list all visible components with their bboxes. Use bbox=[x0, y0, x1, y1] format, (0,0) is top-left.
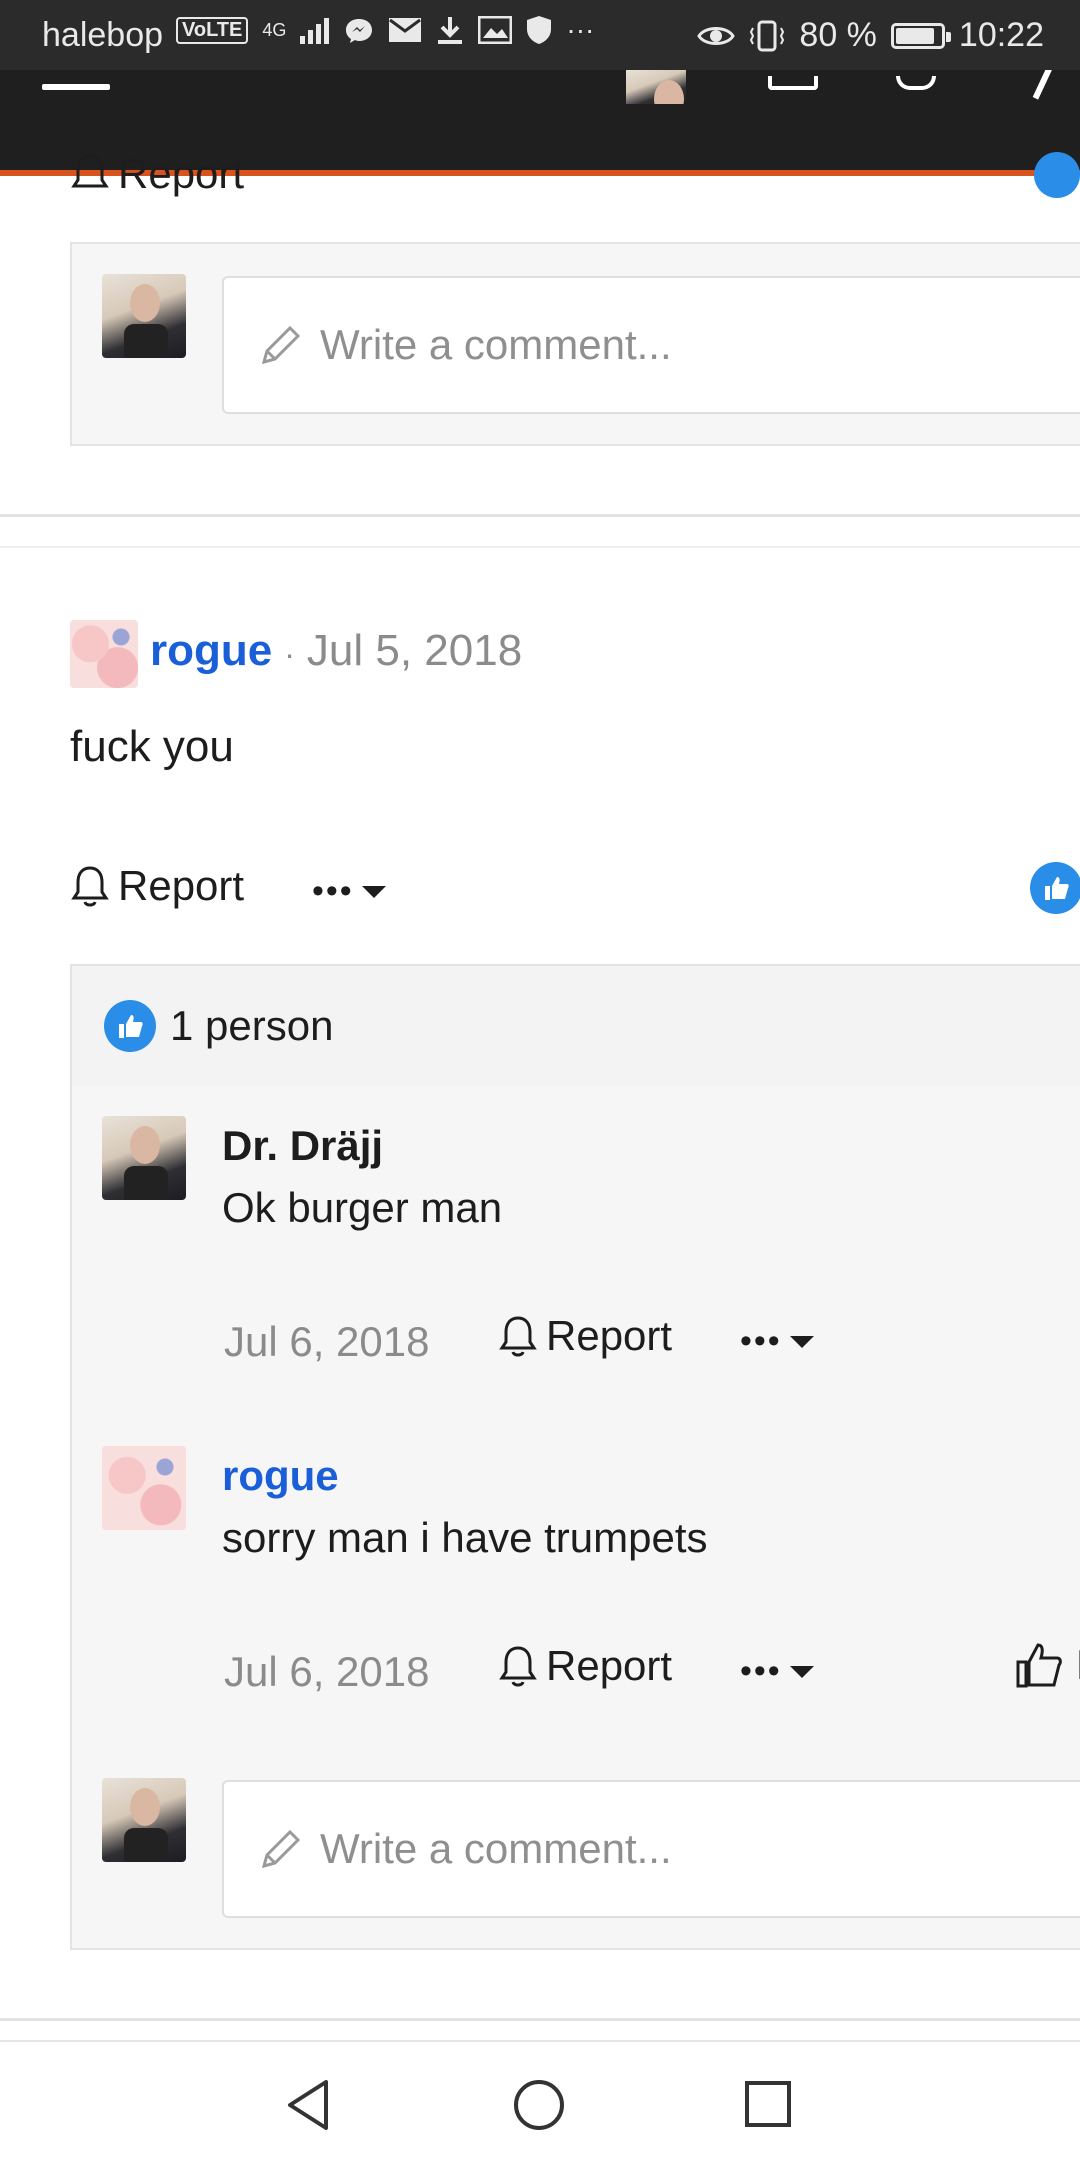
comment-placeholder: Write a comment... bbox=[320, 1825, 672, 1872]
avatar bbox=[102, 274, 186, 358]
post-body: fuck you bbox=[70, 722, 234, 771]
chevron-down-icon bbox=[789, 1335, 814, 1348]
reply-date[interactable]: Jul 6, 2018 bbox=[224, 1318, 430, 1366]
more-icon: ··· bbox=[566, 14, 595, 45]
comment-input[interactable]: Write a comment... bbox=[222, 1780, 1080, 1918]
network-type: 4G bbox=[262, 20, 287, 40]
avatar[interactable] bbox=[102, 1116, 186, 1200]
shield-icon bbox=[527, 16, 552, 44]
clock: 10:22 bbox=[958, 16, 1044, 54]
status-icons-right: 80 % 10:22 bbox=[697, 16, 1044, 55]
report-button[interactable]: Report bbox=[70, 862, 244, 910]
bell-icon bbox=[499, 1316, 537, 1357]
report-label: Report bbox=[546, 1642, 673, 1689]
report-button[interactable]: Report bbox=[498, 1312, 672, 1360]
like-label-partial: L bbox=[1076, 1641, 1080, 1689]
eye-icon bbox=[697, 26, 736, 45]
vibrate-icon bbox=[750, 20, 785, 51]
report-button[interactable]: Report bbox=[498, 1642, 672, 1690]
thumbs-up-icon bbox=[1045, 877, 1069, 900]
comment-input[interactable]: Write a comment... bbox=[222, 276, 1080, 414]
like-reaction-icon bbox=[104, 1000, 156, 1052]
more-dots: ••• bbox=[740, 1652, 782, 1690]
post-meta: rogue · Jul 5, 2018 bbox=[150, 626, 522, 676]
divider bbox=[0, 546, 1080, 548]
report-button-top[interactable]: Report bbox=[70, 150, 244, 198]
bell-icon bbox=[71, 154, 109, 188]
carrier-name: halebop bbox=[42, 16, 164, 54]
avatar[interactable] bbox=[70, 620, 138, 688]
report-label: Report bbox=[118, 150, 245, 197]
chevron-down-icon bbox=[789, 1665, 814, 1678]
recents-icon[interactable] bbox=[744, 2080, 792, 2128]
menu-icon[interactable] bbox=[42, 84, 110, 90]
avatar bbox=[102, 1778, 186, 1862]
report-label: Report bbox=[118, 862, 245, 909]
volte-badge: VoLTE bbox=[176, 16, 249, 44]
home-icon[interactable] bbox=[512, 2078, 566, 2132]
battery-percent: 80 % bbox=[799, 16, 877, 54]
like-icon-top[interactable] bbox=[1034, 152, 1080, 198]
more-options-button[interactable]: ••• bbox=[740, 1322, 814, 1361]
like-reaction-icon[interactable] bbox=[1030, 862, 1080, 914]
reply-text: Ok burger man bbox=[222, 1184, 503, 1231]
post-date: Jul 5, 2018 bbox=[306, 626, 523, 675]
signal-icon bbox=[300, 18, 330, 44]
divider bbox=[0, 514, 1080, 517]
meta-separator: · bbox=[284, 636, 295, 672]
pencil-icon bbox=[261, 325, 301, 365]
more-dots: ••• bbox=[740, 1322, 782, 1360]
reactions-summary[interactable]: 1 person bbox=[70, 964, 1080, 1088]
thumbs-up-icon bbox=[119, 1015, 143, 1038]
comment-placeholder: Write a comment... bbox=[320, 321, 672, 368]
pencil-icon bbox=[261, 1829, 301, 1869]
battery-icon bbox=[890, 22, 951, 49]
mail-icon bbox=[389, 18, 422, 42]
messenger-icon bbox=[346, 19, 373, 43]
chevron-down-icon bbox=[361, 885, 386, 898]
system-nav-bar bbox=[0, 2040, 1080, 2162]
avatar[interactable] bbox=[626, 70, 686, 104]
like-button[interactable]: L bbox=[1014, 1640, 1080, 1690]
status-bar: halebop VoLTE 4G ··· 80 % 10:22 bbox=[0, 0, 1080, 70]
status-icons-left: VoLTE 4G ··· bbox=[176, 14, 594, 46]
more-dots: ••• bbox=[312, 872, 354, 910]
report-label: Report bbox=[546, 1312, 673, 1359]
gallery-icon bbox=[478, 16, 513, 44]
inbox-icon[interactable] bbox=[768, 76, 818, 90]
reply-item: Dr. Dräjj Ok burger man Jul 6, 2018 Repo… bbox=[70, 1086, 1080, 1418]
comment-box: Write a comment... bbox=[70, 1748, 1080, 1950]
reply-item: rogue sorry man i have trumpets Jul 6, 2… bbox=[70, 1416, 1080, 1750]
reply-author-link[interactable]: rogue bbox=[222, 1452, 339, 1500]
thumbs-up-outline-icon bbox=[1016, 1643, 1062, 1688]
reply-date[interactable]: Jul 6, 2018 bbox=[224, 1648, 430, 1696]
edit-icon[interactable] bbox=[1032, 70, 1054, 100]
reply-author[interactable]: Dr. Dräjj bbox=[222, 1122, 383, 1170]
avatar[interactable] bbox=[102, 1446, 186, 1530]
comment-box: Write a comment... bbox=[70, 242, 1080, 446]
more-options-button[interactable]: ••• bbox=[312, 872, 386, 911]
more-options-button[interactable]: ••• bbox=[740, 1652, 814, 1691]
divider bbox=[0, 2018, 1080, 2021]
reactions-count: 1 person bbox=[170, 1002, 334, 1049]
bell-icon bbox=[499, 1646, 537, 1687]
reply-text: sorry man i have trumpets bbox=[222, 1514, 708, 1561]
notifications-icon[interactable] bbox=[896, 76, 936, 90]
post-author-link[interactable]: rogue bbox=[150, 626, 272, 676]
bell-icon bbox=[71, 866, 109, 907]
back-icon[interactable] bbox=[284, 2078, 332, 2132]
download-icon bbox=[438, 17, 463, 44]
